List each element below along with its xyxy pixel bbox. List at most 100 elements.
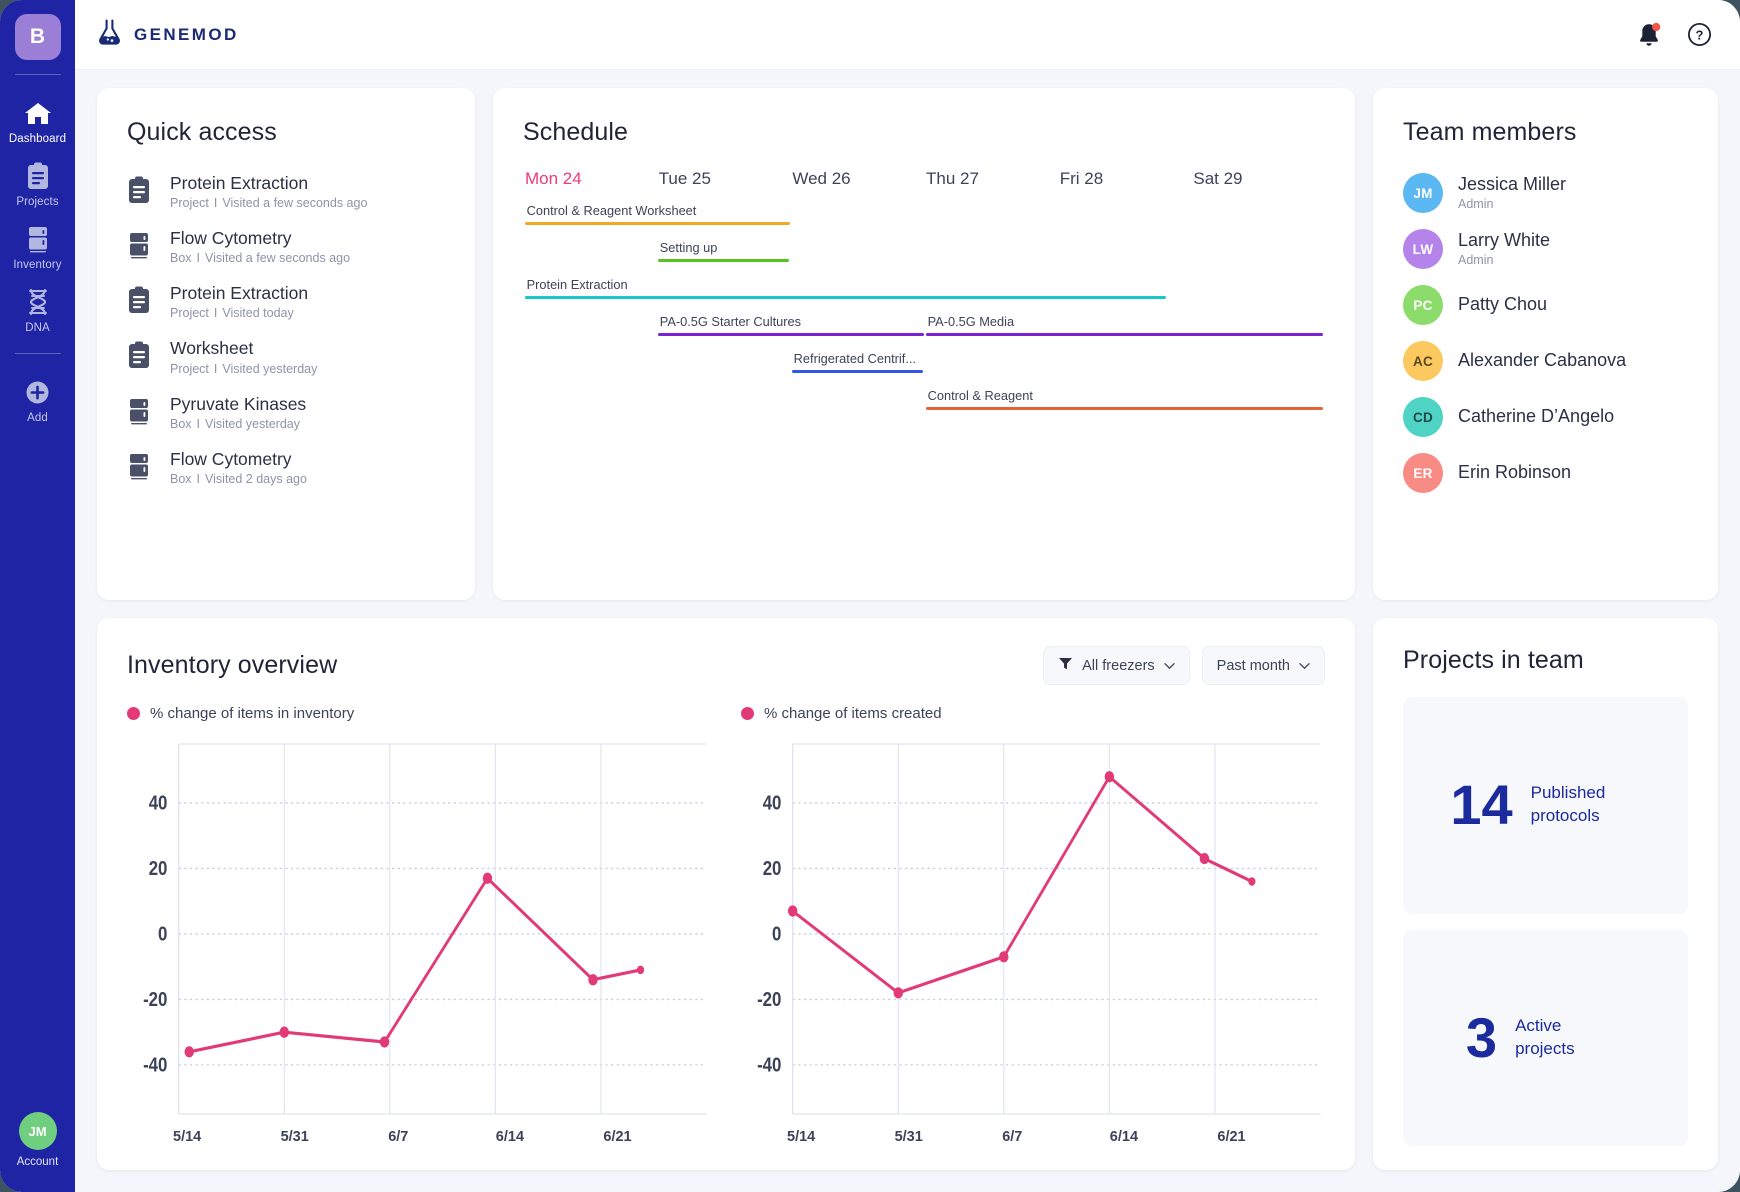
- legend-dot: [741, 707, 754, 720]
- clipboard-icon: [26, 161, 50, 191]
- schedule-event[interactable]: Setting up: [657, 240, 790, 262]
- x-tick: 5/31: [280, 1129, 309, 1145]
- list-item[interactable]: AC Alexander Cabanova: [1403, 341, 1688, 381]
- x-tick: 6/14: [495, 1129, 525, 1145]
- member-name: Catherine D’Angelo: [1458, 406, 1615, 427]
- published-protocols-tile[interactable]: 14 Published protocols: [1403, 697, 1688, 914]
- schedule-event-bar: [524, 221, 791, 225]
- inventory-title: Inventory overview: [127, 651, 338, 679]
- list-item[interactable]: JM Jessica Miller Admin: [1403, 173, 1688, 213]
- x-tick: 6/7: [1002, 1129, 1023, 1145]
- svg-text:20: 20: [149, 857, 168, 880]
- sidebar-item-dna[interactable]: DNA: [0, 278, 75, 341]
- published-protocols-label: Published protocols: [1530, 783, 1606, 826]
- list-item[interactable]: PC Patty Chou: [1403, 285, 1688, 325]
- schedule-day-thu[interactable]: Thu 27: [924, 169, 1058, 189]
- dna-icon: [25, 287, 51, 317]
- freezer-filter-label: All freezers: [1082, 657, 1155, 674]
- bell-icon[interactable]: [1637, 22, 1661, 48]
- list-item[interactable]: Protein Extraction Project I Visited today: [127, 283, 445, 320]
- list-item[interactable]: Protein Extraction Project I Visited a few…: [127, 173, 445, 210]
- avatar: AC: [1403, 341, 1443, 381]
- schedule-event-bar: [925, 406, 1324, 410]
- chart-x-axis: 5/14 5/31 6/7 6/14 6/21: [741, 1122, 1325, 1152]
- published-protocols-count: 14: [1450, 773, 1513, 837]
- member-name: Alexander Cabanova: [1458, 350, 1627, 371]
- sidebar-label-inventory: Inventory: [13, 259, 62, 271]
- active-projects-tile[interactable]: 3 Active projects: [1403, 929, 1688, 1146]
- top-bar: GENEMOD ?: [75, 0, 1740, 70]
- schedule-event[interactable]: PA-0.5G Media: [925, 314, 1324, 336]
- freezer-filter-button[interactable]: All freezers: [1043, 646, 1190, 685]
- dashboard-content: Quick access Protein Extraction Project I…: [75, 70, 1740, 1192]
- schedule-event[interactable]: Protein Extraction: [524, 277, 1167, 299]
- sidebar-divider-top: [14, 74, 61, 75]
- chart-plot-area: 40 20 0 -20 -40: [741, 736, 1325, 1122]
- box-icon: [127, 449, 153, 485]
- team-members-title: Team members: [1403, 118, 1577, 146]
- schedule-event[interactable]: Control & Reagent: [925, 388, 1324, 410]
- schedule-event[interactable]: Refrigerated Centrif...: [791, 351, 924, 373]
- svg-text:40: 40: [149, 791, 168, 814]
- x-tick: 6/14: [1109, 1129, 1139, 1145]
- schedule-event[interactable]: Control & Reagent Worksheet: [524, 203, 791, 225]
- sidebar-item-add[interactable]: Add: [0, 368, 75, 431]
- inventory-header: Inventory overview All freezers Past mon…: [127, 646, 1325, 685]
- list-item[interactable]: Pyruvate Kinases Box I Visited yesterday: [127, 394, 445, 431]
- list-item[interactable]: Flow Cytometry Box I Visited a few seconds…: [127, 228, 445, 265]
- bottom-row: Inventory overview All freezers Past mon…: [97, 618, 1718, 1170]
- list-item[interactable]: CD Catherine D’Angelo: [1403, 397, 1688, 437]
- member-name: Jessica Miller: [1458, 174, 1567, 195]
- home-icon: [24, 98, 52, 128]
- list-item-title: Protein Extraction: [170, 173, 309, 193]
- sidebar-item-inventory[interactable]: Inventory: [0, 215, 75, 278]
- list-item-title: Protein Extraction: [170, 283, 309, 304]
- schedule-day-mon[interactable]: Mon 24: [523, 169, 657, 189]
- schedule-event[interactable]: PA-0.5G Starter Cultures: [657, 314, 924, 336]
- x-tick: 5/14: [787, 1129, 816, 1145]
- chart-plot-area: 40 20 0 -20 -40: [127, 736, 711, 1122]
- inventory-filters: All freezers Past month: [1043, 646, 1325, 685]
- account-button[interactable]: JM Account: [0, 1112, 75, 1168]
- member-role: Admin: [1458, 252, 1494, 267]
- clipboard-icon: [127, 173, 153, 209]
- schedule-day-sat[interactable]: Sat 29: [1191, 169, 1325, 189]
- quick-access-card: Quick access Protein Extraction Project I…: [97, 88, 475, 600]
- schedule-day-tue[interactable]: Tue 25: [657, 169, 791, 189]
- x-tick: 6/21: [603, 1129, 632, 1145]
- x-tick: 5/31: [894, 1129, 923, 1145]
- sidebar-item-dashboard[interactable]: Dashboard: [0, 89, 75, 152]
- app-window: B Dashboard Projects Inventory DNA Add J…: [0, 0, 1740, 1192]
- member-name: Patty Chou: [1458, 294, 1548, 315]
- schedule-event-bar: [657, 332, 924, 336]
- list-item[interactable]: Flow Cytometry Box I Visited 2 days ago: [127, 449, 445, 486]
- list-item-title: Flow Cytometry: [170, 228, 292, 249]
- chart-svg: 40 20 0 -20 -40: [143, 743, 707, 1115]
- app-logo[interactable]: GENEMOD: [97, 18, 239, 51]
- schedule-event-label: Refrigerated Centrif...: [793, 351, 916, 366]
- list-item-meta: Box I Visited a few seconds ago: [170, 251, 351, 266]
- list-item-meta: Box I Visited yesterday: [170, 416, 300, 431]
- schedule-day-wed[interactable]: Wed 26: [790, 169, 924, 189]
- sidebar-label-dashboard: Dashboard: [8, 133, 67, 145]
- sidebar-item-projects[interactable]: Projects: [0, 152, 75, 215]
- schedule-event-label: Control & Reagent: [927, 388, 1033, 403]
- list-item-title: Flow Cytometry: [170, 448, 292, 469]
- avatar: ER: [1403, 453, 1443, 493]
- schedule-day-fri[interactable]: Fri 28: [1058, 169, 1192, 189]
- clipboard-icon: [127, 338, 153, 374]
- list-item[interactable]: LW Larry White Admin: [1403, 229, 1688, 269]
- period-filter-button[interactable]: Past month: [1201, 646, 1325, 685]
- chevron-down-icon: [1163, 658, 1175, 674]
- list-item[interactable]: ER Erin Robinson: [1403, 453, 1688, 493]
- avatar: PC: [1403, 285, 1443, 325]
- schedule-event-bar: [791, 369, 924, 373]
- chart-items-in-inventory: % change of items in inventory 40 20 0 -20 -…: [127, 705, 711, 1152]
- list-item-meta: Project I Visited today: [170, 306, 294, 321]
- workspace-badge[interactable]: B: [14, 14, 61, 60]
- projects-in-team-card: Projects in team 14 Published protocols …: [1373, 618, 1718, 1170]
- list-item[interactable]: Worksheet Project I Visited yesterday: [127, 338, 445, 376]
- box-icon: [127, 228, 153, 264]
- question-circle-icon[interactable]: ?: [1687, 22, 1712, 47]
- main-region: GENEMOD ? Quick access Protein Extractio…: [75, 0, 1740, 1192]
